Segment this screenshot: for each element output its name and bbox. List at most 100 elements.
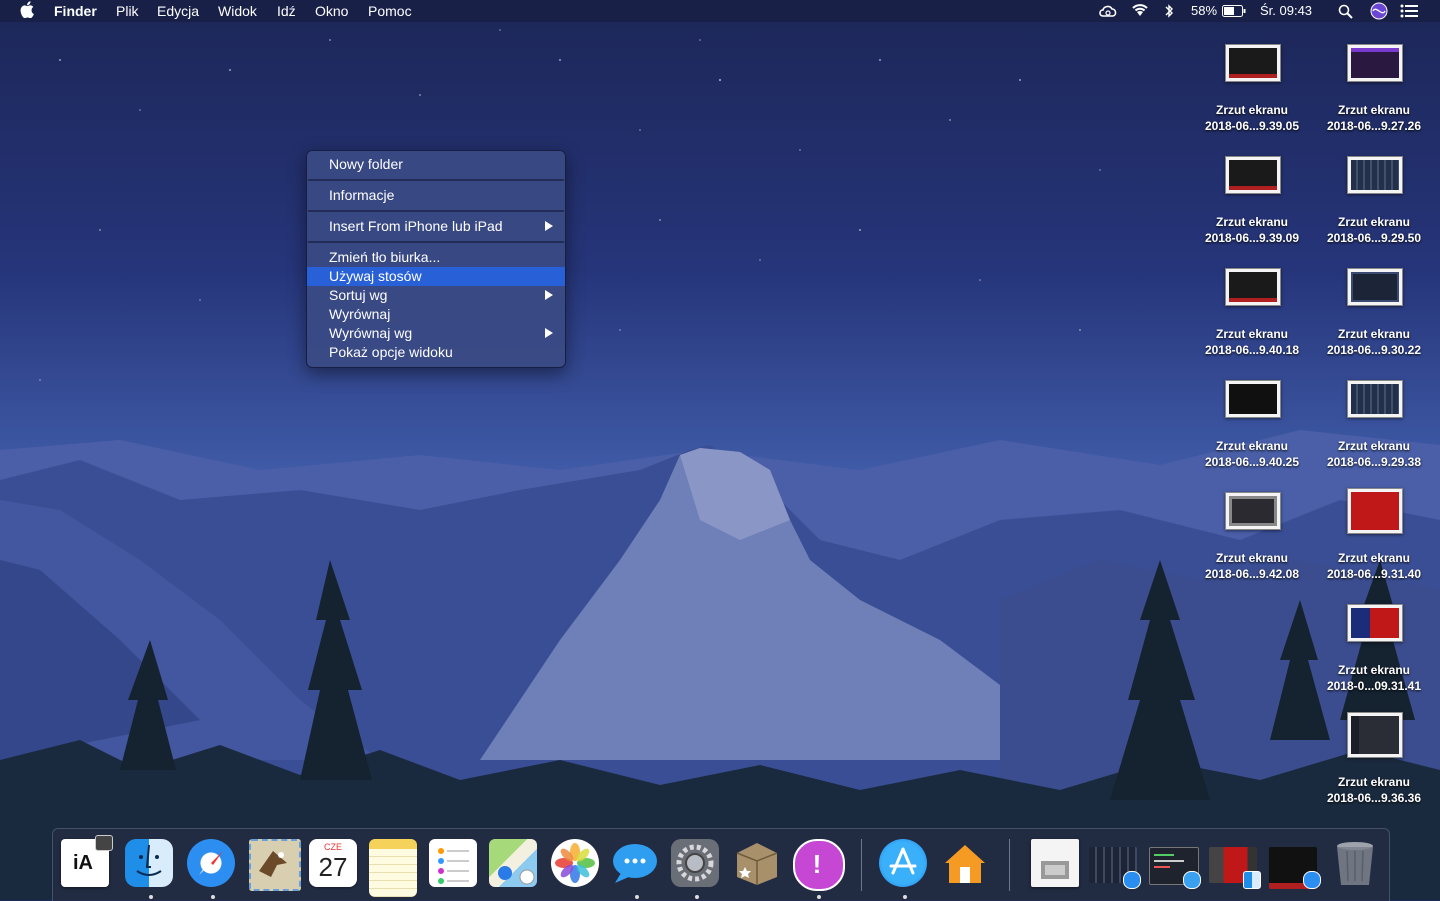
desktop-file-screenshot[interactable]: Zrzut ekranu 2018-06...9.27.26: [1314, 44, 1434, 144]
running-indicator: [817, 895, 821, 899]
app-package-icon[interactable]: [731, 837, 783, 889]
system-preferences-icon[interactable]: [669, 837, 721, 889]
menu-item-get-info[interactable]: Informacje: [307, 186, 565, 205]
file-name: Zrzut ekranu 2018-06...9.42.08: [1204, 551, 1300, 581]
desktop-file-screenshot[interactable]: Zrzut ekranu 2018-06...9.40.18: [1192, 268, 1312, 368]
running-indicator: [903, 895, 907, 899]
running-indicator: [211, 895, 215, 899]
ia-writer-label: iA: [73, 852, 93, 874]
menu-item-change-wallpaper[interactable]: Zmień tło biurka...: [307, 248, 565, 267]
desktop-file-screenshot[interactable]: Zrzut ekranu 2018-06...9.36.36: [1314, 712, 1434, 816]
menu-widok[interactable]: Widok: [218, 3, 257, 19]
safari-icon[interactable]: [185, 837, 237, 889]
notes-icon[interactable]: [367, 837, 419, 897]
maps-icon[interactable]: [487, 837, 539, 889]
safari-badge-icon: [1303, 871, 1321, 889]
menu-item-label: Zmień tło biurka...: [329, 249, 441, 265]
menu-item-show-view-options[interactable]: Pokaż opcje widoku: [307, 343, 565, 362]
desktop-file-screenshot[interactable]: Zrzut ekranu 2018-06...9.29.38: [1314, 380, 1434, 480]
trash-icon[interactable]: [1329, 837, 1381, 889]
notification-center-icon[interactable]: [1400, 4, 1418, 21]
reminders-icon[interactable]: [427, 837, 479, 889]
wifi-icon[interactable]: [1130, 2, 1150, 21]
menu-item-label: Wyrównaj wg: [329, 325, 413, 341]
file-thumbnail: [1347, 380, 1403, 418]
feedback-assistant-icon[interactable]: !: [791, 837, 845, 891]
display-badge-icon: [95, 835, 113, 851]
menu-item-label: Używaj stosów: [329, 268, 422, 284]
menu-edycja[interactable]: Edycja: [157, 3, 199, 19]
home-icon[interactable]: [939, 837, 991, 889]
file-name: Zrzut ekranu 2018-06...9.40.25: [1204, 439, 1300, 469]
menu-item-label: Wyrównaj: [329, 306, 391, 322]
menu-item-label: Insert From iPhone lub iPad: [329, 218, 503, 234]
desktop-file-screenshot[interactable]: Zrzut ekranu 2018-06...9.42.08: [1192, 492, 1312, 592]
desktop-file-screenshot[interactable]: Zrzut ekranu 2018-0...09.31.41: [1314, 604, 1434, 704]
desktop-file-screenshot[interactable]: Zrzut ekranu 2018-06...9.29.50: [1314, 156, 1434, 256]
calendar-icon[interactable]: CZE 27: [307, 837, 359, 889]
bluetooth-icon[interactable]: [1164, 3, 1174, 22]
dock: iA CZE 27 !: [52, 828, 1390, 901]
siri-icon[interactable]: [1370, 2, 1388, 23]
spotlight-search-icon[interactable]: [1338, 4, 1354, 23]
desktop-file-screenshot[interactable]: Zrzut ekranu 2018-06...9.30.22: [1314, 268, 1434, 368]
menu-separator: [308, 210, 564, 212]
file-thumbnail: [1347, 268, 1403, 306]
ia-writer-icon[interactable]: iA: [59, 835, 113, 889]
desktop-file-screenshot[interactable]: Zrzut ekranu 2018-06...9.39.09: [1192, 156, 1312, 256]
file-thumbnail: [1347, 44, 1403, 82]
menu-item-sort-by[interactable]: Sortuj wg: [307, 286, 565, 305]
file-name: Zrzut ekranu 2018-06...9.40.18: [1204, 327, 1300, 357]
photos-icon[interactable]: [549, 837, 601, 889]
file-name: Zrzut ekranu 2018-06...9.36.36: [1326, 775, 1422, 805]
finder-icon[interactable]: [123, 837, 175, 889]
menu-item-new-folder[interactable]: Nowy folder: [307, 155, 565, 174]
apple-menu-icon[interactable]: [20, 1, 34, 21]
menu-bar: Finder Plik Edycja Widok Idź Okno Pomoc …: [0, 0, 1440, 22]
stack-finder-icon[interactable]: [1207, 837, 1261, 889]
creative-cloud-icon[interactable]: [1098, 4, 1118, 21]
menu-app-name[interactable]: Finder: [54, 3, 97, 19]
file-name: Zrzut ekranu 2018-06...9.30.22: [1326, 327, 1422, 357]
dock-separator: [861, 839, 862, 891]
file-thumbnail: [1225, 268, 1281, 306]
menu-item-insert-from-iphone[interactable]: Insert From iPhone lub iPad: [307, 217, 565, 236]
mail-icon[interactable]: [247, 837, 301, 891]
menu-pomoc[interactable]: Pomoc: [368, 3, 412, 19]
menu-separator: [308, 241, 564, 243]
file-name: Zrzut ekranu 2018-06...9.29.38: [1326, 439, 1422, 469]
battery-icon[interactable]: [1222, 5, 1246, 20]
finder-badge-icon: [1243, 871, 1261, 889]
file-thumbnail: [1347, 156, 1403, 194]
menu-item-label: Nowy folder: [329, 156, 403, 172]
file-name: Zrzut ekranu 2018-06...9.29.50: [1326, 215, 1422, 245]
stack-safari-icon[interactable]: [1267, 837, 1321, 889]
file-name: Zrzut ekranu 2018-06...9.39.05: [1204, 103, 1300, 133]
file-thumbnail: [1225, 44, 1281, 82]
menu-item-clean-up[interactable]: Wyrównaj: [307, 305, 565, 324]
file-name: Zrzut ekranu 2018-06...9.39.09: [1204, 215, 1300, 245]
app-store-icon[interactable]: [877, 837, 929, 889]
menu-item-clean-up-by[interactable]: Wyrównaj wg: [307, 324, 565, 343]
stack-app-store-icon[interactable]: [1087, 837, 1141, 889]
stack-messages-icon[interactable]: [1147, 837, 1201, 889]
desktop-file-screenshot[interactable]: Zrzut ekranu 2018-06...9.40.25: [1192, 380, 1312, 480]
battery-percent[interactable]: 58%: [1191, 3, 1217, 18]
file-name: Zrzut ekranu 2018-06...9.27.26: [1326, 103, 1422, 133]
app-store-badge-icon: [1123, 871, 1141, 889]
desktop-file-screenshot[interactable]: Zrzut ekranu 2018-06...9.39.05: [1192, 44, 1312, 144]
menu-item-label: Informacje: [329, 187, 395, 203]
menu-item-label: Pokaż opcje widoku: [329, 344, 453, 360]
menu-plik[interactable]: Plik: [116, 3, 139, 19]
menu-idz[interactable]: Idź: [277, 3, 296, 19]
desktop-file-screenshot[interactable]: Zrzut ekranu 2018-06...9.31.40: [1314, 488, 1434, 592]
file-name: Zrzut ekranu 2018-0...09.31.41: [1326, 663, 1422, 693]
submenu-arrow-icon: [545, 290, 553, 300]
preview-document-icon[interactable]: [1029, 837, 1081, 889]
messages-icon[interactable]: [609, 837, 661, 889]
exclamation-icon: !: [812, 849, 822, 879]
file-thumbnail: [1225, 380, 1281, 418]
menu-item-use-stacks[interactable]: Używaj stosów: [307, 267, 565, 286]
menu-okno[interactable]: Okno: [315, 3, 348, 19]
menubar-clock[interactable]: Śr. 09:43: [1260, 3, 1312, 18]
